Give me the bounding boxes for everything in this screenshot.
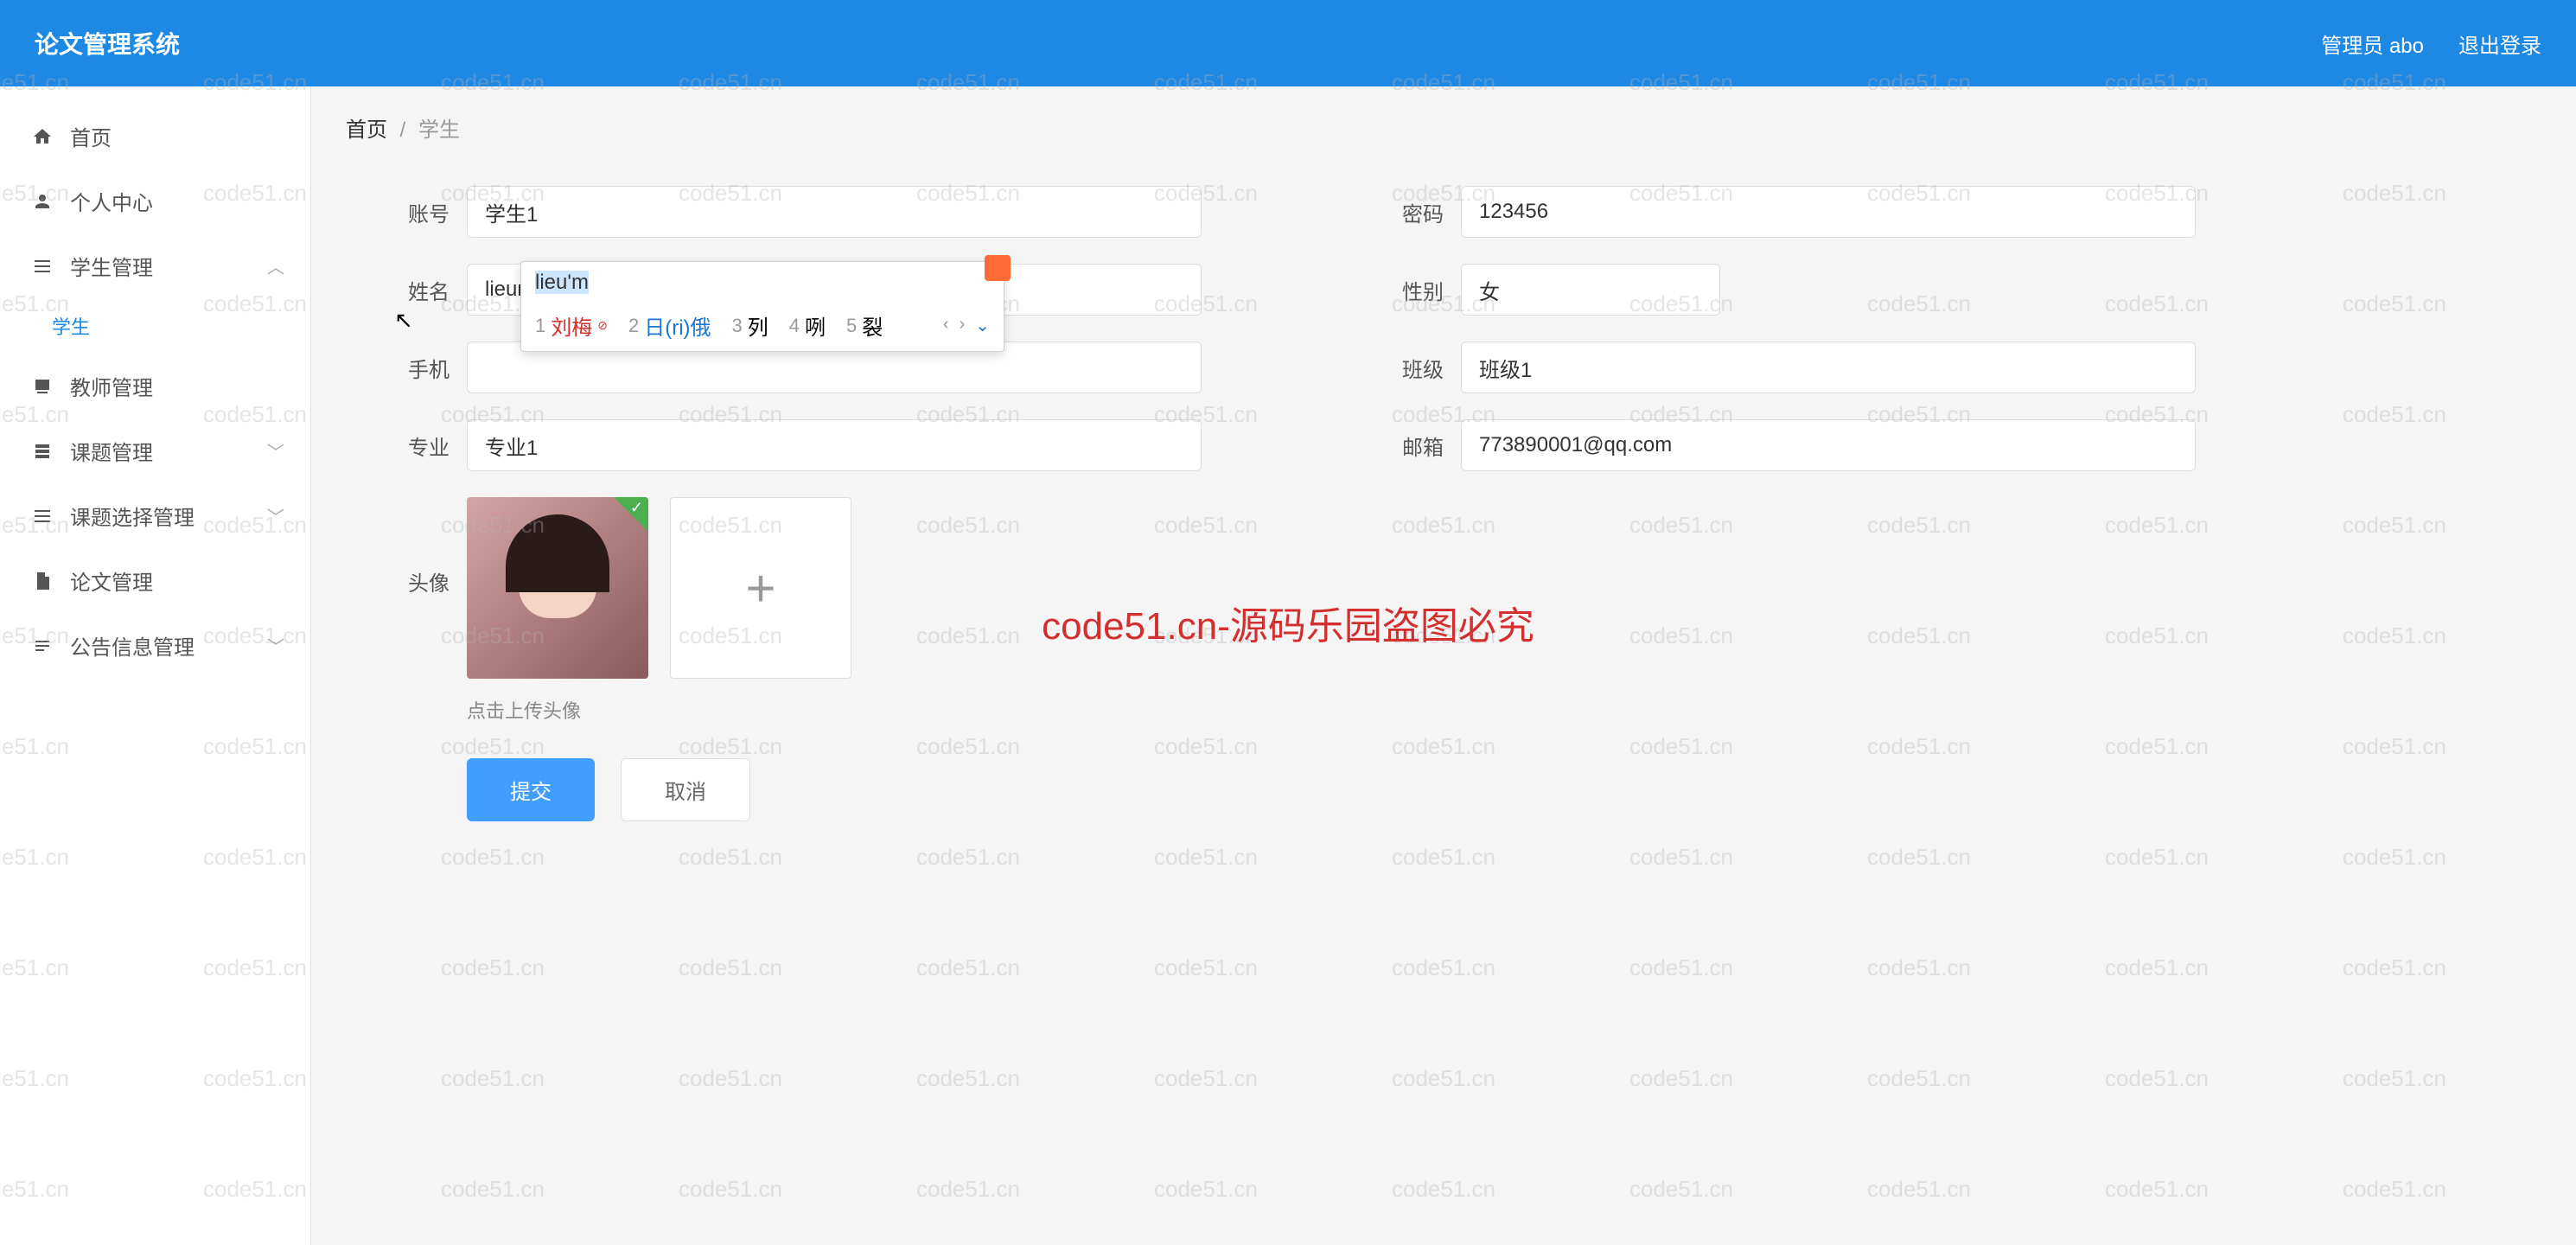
select-icon	[30, 504, 54, 528]
breadcrumb: 首页 / 学生	[346, 112, 2541, 143]
nav-topic-mgmt[interactable]: 课题管理 ﹀	[0, 418, 310, 483]
logout-link[interactable]: 退出登录	[2458, 29, 2541, 59]
ime-candidates: 1刘梅⊘ 2日(ri)俄 3列 4咧 5裂 ‹ › ⌄	[521, 303, 1004, 351]
nav-thesis-mgmt[interactable]: 论文管理	[0, 548, 310, 613]
nav-label: 课题管理	[70, 436, 153, 466]
label-password: 密码	[1374, 197, 1444, 227]
ime-candidate-2[interactable]: 2日(ri)俄	[628, 310, 711, 341]
chevron-down-icon: ﹀	[267, 438, 284, 463]
check-icon	[614, 497, 648, 532]
ime-popup: lieu'm 1刘梅⊘ 2日(ri)俄 3列 4咧 5裂 ‹ › ⌄	[520, 261, 1004, 352]
input-account[interactable]	[467, 186, 1202, 238]
input-email[interactable]	[1461, 419, 2196, 471]
header-actions: 管理员 abo 退出登录	[2321, 29, 2541, 59]
ime-candidate-5[interactable]: 5裂	[846, 310, 883, 341]
input-gender[interactable]	[1461, 264, 1720, 316]
ime-candidate-1[interactable]: 1刘梅⊘	[535, 310, 608, 341]
chevron-down-icon: ﹀	[267, 633, 284, 658]
avatar-hint: 点击上传头像	[467, 696, 2507, 724]
chevron-up-icon: ︿	[267, 253, 284, 278]
ime-candidate-4[interactable]: 4咧	[789, 310, 826, 341]
breadcrumb-current: 学生	[418, 118, 460, 142]
label-gender: 性别	[1374, 275, 1444, 305]
ime-next-icon[interactable]: ›	[960, 315, 966, 336]
nav-student[interactable]: 学生	[0, 298, 310, 354]
label-major: 专业	[380, 431, 450, 461]
nav-label: 个人中心	[70, 186, 153, 216]
nav-topic-select-mgmt[interactable]: 课题选择管理 ﹀	[0, 483, 310, 548]
cancel-button[interactable]: 取消	[621, 758, 750, 821]
ime-logo-icon	[985, 255, 1011, 281]
nav-label: 教师管理	[70, 371, 153, 401]
document-icon	[30, 569, 54, 593]
avatar-upload-button[interactable]: +	[670, 497, 851, 679]
label-class: 班级	[1374, 353, 1444, 383]
nav-label: 公告信息管理	[70, 630, 194, 661]
user-icon	[30, 189, 54, 214]
ime-dropdown-icon[interactable]: ⌄	[975, 315, 990, 336]
nav-label: 首页	[70, 121, 112, 151]
list-icon	[30, 254, 54, 278]
input-major[interactable]	[467, 419, 1202, 471]
label-account: 账号	[380, 197, 450, 227]
nav-personal[interactable]: 个人中心	[0, 169, 310, 233]
ime-prev-icon[interactable]: ‹	[943, 315, 949, 336]
label-email: 邮箱	[1374, 431, 1444, 461]
nav-label: 课题选择管理	[70, 501, 194, 531]
notice-icon	[30, 634, 54, 658]
nav-label: 论文管理	[70, 565, 153, 596]
header: 论文管理系统 管理员 abo 退出登录	[0, 0, 2576, 86]
breadcrumb-sep: /	[400, 118, 406, 142]
input-password[interactable]	[1461, 186, 2196, 238]
app-title: 论文管理系统	[35, 26, 180, 61]
label-avatar: 头像	[380, 566, 450, 597]
input-class[interactable]	[1461, 342, 2196, 393]
label-name: 姓名	[380, 275, 450, 305]
nav-student-mgmt[interactable]: 学生管理 ︿	[0, 233, 310, 298]
ime-composition: lieu'm	[521, 262, 1004, 303]
teacher-icon	[30, 374, 54, 399]
admin-label[interactable]: 管理员 abo	[2321, 29, 2424, 59]
nav-notice-mgmt[interactable]: 公告信息管理 ﹀	[0, 613, 310, 678]
breadcrumb-home[interactable]: 首页	[346, 118, 387, 142]
ime-candidate-3[interactable]: 3列	[732, 310, 768, 341]
submit-button[interactable]: 提交	[467, 758, 595, 821]
label-phone: 手机	[380, 353, 450, 383]
nav-label: 学生管理	[70, 251, 153, 281]
nav-home[interactable]: 首页	[0, 104, 310, 169]
nav-teacher-mgmt[interactable]: 教师管理	[0, 354, 310, 418]
avatar-preview[interactable]	[467, 497, 648, 679]
chevron-down-icon: ﹀	[267, 503, 284, 528]
topic-icon	[30, 439, 54, 463]
home-icon	[30, 124, 54, 149]
main-content: 首页 / 学生 账号 密码 姓名 性别	[311, 86, 2576, 1245]
sidebar: 首页 个人中心 学生管理 ︿ 学生 教师管理 课题管理 ﹀ 课题选择管理 ﹀ 论	[0, 86, 311, 1245]
